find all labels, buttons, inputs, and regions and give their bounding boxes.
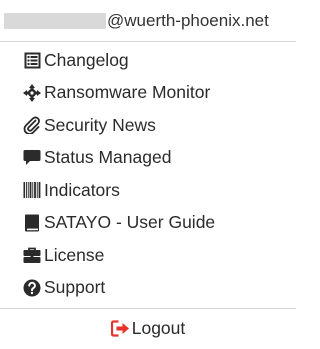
menu-item-label: License	[44, 244, 105, 265]
book-icon	[22, 213, 42, 233]
sign-out-icon	[111, 318, 131, 338]
menu-item-label: Indicators	[44, 179, 120, 200]
menu-item-label: Changelog	[44, 49, 129, 70]
menu-item-support[interactable]: Support	[0, 272, 296, 305]
user-dropdown-menu: @wuerth-phoenix.net Changelog Ransomware…	[0, 0, 296, 349]
menu-item-user-guide[interactable]: SATAYO - User Guide	[0, 207, 296, 240]
menu-item-security-news[interactable]: Security News	[0, 109, 296, 142]
list-alt-icon	[22, 50, 42, 70]
menu-item-license[interactable]: License	[0, 239, 296, 272]
logout-label: Logout	[131, 317, 186, 338]
menu-item-label: Ransomware Monitor	[44, 82, 211, 103]
menu-item-label: Support	[44, 277, 106, 298]
barcode-icon	[22, 180, 42, 200]
crosshairs-icon	[22, 83, 42, 103]
logout-button[interactable]: Logout	[0, 311, 296, 345]
paperclip-icon	[22, 115, 42, 135]
user-email: @wuerth-phoenix.net	[0, 0, 296, 42]
menu-item-label: Status Managed	[44, 147, 172, 168]
menu-list: Changelog Ransomware Monitor Security Ne…	[0, 42, 296, 304]
menu-item-status-managed[interactable]: Status Managed	[0, 142, 296, 175]
menu-item-ransomware-monitor[interactable]: Ransomware Monitor	[0, 77, 296, 110]
menu-divider	[0, 308, 296, 309]
question-circle-icon	[22, 278, 42, 298]
menu-item-label: SATAYO - User Guide	[44, 212, 216, 233]
email-domain: @wuerth-phoenix.net	[107, 10, 269, 30]
menu-item-indicators[interactable]: Indicators	[0, 174, 296, 207]
menu-item-changelog[interactable]: Changelog	[0, 44, 296, 77]
menu-item-label: Security News	[44, 114, 156, 135]
briefcase-icon	[22, 245, 42, 265]
comment-icon	[22, 148, 42, 168]
redacted-username	[4, 12, 106, 29]
